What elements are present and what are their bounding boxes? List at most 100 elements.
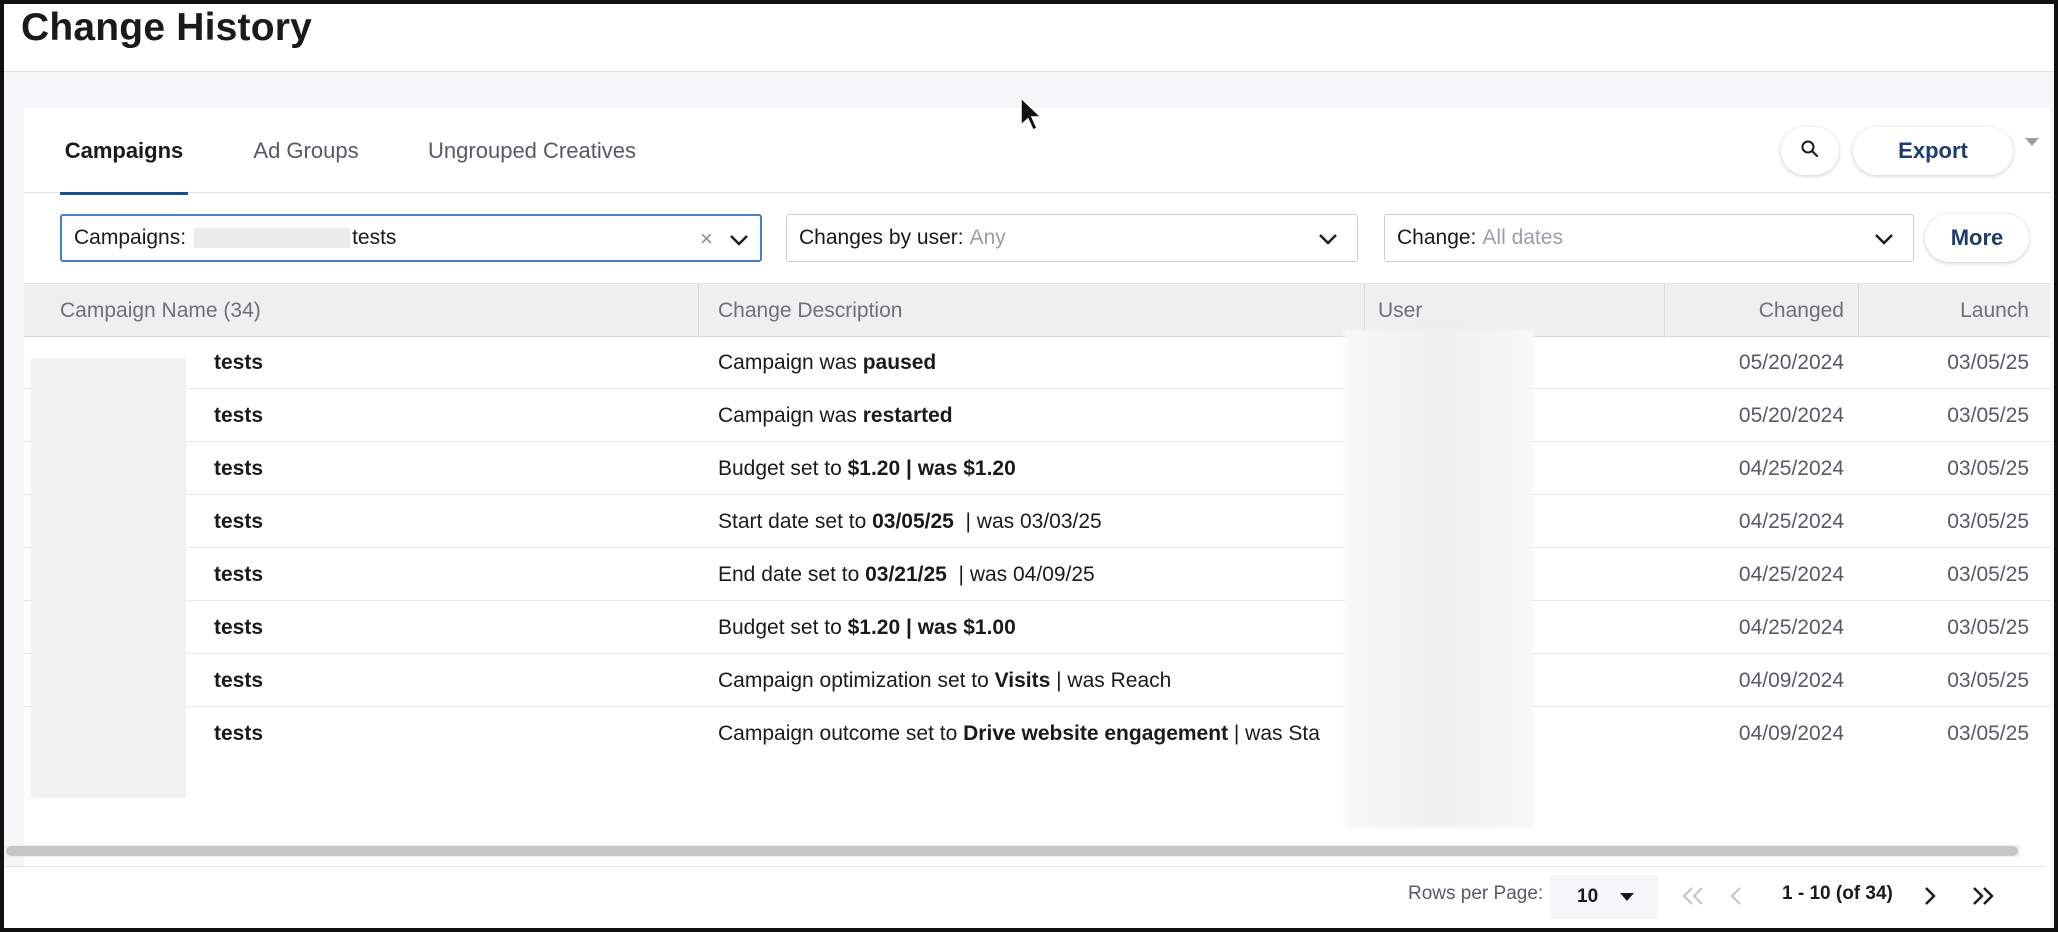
clear-icon[interactable]: × [700,226,713,252]
description-text: | was Reach [1050,669,1172,692]
launch-date-cell: 03/05/25 [1947,563,2029,586]
changed-date-cell: 04/25/2024 [1738,457,1844,480]
rows-per-page-select[interactable]: 10 [1550,875,1658,919]
redacted-campaign-names [31,358,186,798]
last-page-icon[interactable] [1970,885,1996,912]
table-body: tests Campaign was paused 05/20/2024 03/05/… [24,337,2050,747]
table-row[interactable]: tests Campaign outcome set to Drive websi… [24,708,2050,747]
description-text: Budget set to [718,616,848,639]
description-text: Budget set to [718,457,848,480]
description-emphasis: 03/21/25 [865,563,947,586]
changes-by-user-filter[interactable]: Changes by user: Any [786,214,1358,262]
table-row[interactable]: tests Campaign was restarted 05/20/2024 03/… [24,390,2050,442]
changed-date-cell: 04/25/2024 [1738,510,1844,533]
tab-campaigns[interactable]: Campaigns [60,108,188,195]
change-date-label: Change: [1397,226,1477,249]
description-text: | was Sta [1228,722,1320,745]
changes-by-user-value: Any [969,226,1006,249]
search-icon [1800,139,1820,164]
redacted-user-column [1344,330,1534,828]
tab-ungrouped-creatives[interactable]: Ungrouped Creatives [420,108,644,193]
campaign-name-cell[interactable]: tests [214,549,674,601]
campaign-name-cell[interactable]: tests [214,496,674,548]
more-filters-button[interactable]: More [1925,214,2029,262]
description-text: Start date set to [718,510,873,533]
change-date-value: All dates [1482,226,1563,249]
change-description-cell: Budget set to $1.20 | was $1.00 [718,602,1348,654]
description-emphasis: $1.20 | was $1.20 [847,457,1016,480]
column-divider[interactable] [1664,284,1665,338]
table-row[interactable]: tests Start date set to 03/05/25 | was 03… [24,496,2050,548]
change-description-cell: Campaign was paused [718,337,1348,389]
campaign-name-cell[interactable]: tests [214,443,674,495]
caret-down-icon [1620,893,1634,901]
tab-ad-groups[interactable]: Ad Groups [246,108,366,193]
change-description-cell: Campaign outcome set to Drive website en… [718,708,1348,747]
campaign-name-cell[interactable]: tests [214,602,674,654]
workspace: Campaigns Ad Groups Ungrouped Creatives … [4,73,2054,928]
table-row[interactable]: tests Budget set to $1.20 | was $1.00 04/2… [24,602,2050,654]
changed-date-cell: 04/25/2024 [1738,563,1844,586]
column-header-changed[interactable]: Changed [1684,284,1844,338]
change-description-cell: Campaign optimization set to Visits | wa… [718,655,1348,707]
description-emphasis: $1.20 | was $1.00 [847,616,1016,639]
change-history-card: Campaigns Ad Groups Ungrouped Creatives … [24,108,2050,928]
table-row[interactable]: tests Campaign optimization set to Visits… [24,655,2050,707]
description-emphasis: paused [862,351,937,374]
chevron-down-icon[interactable] [1317,229,1339,253]
description-text: Campaign was [718,404,863,427]
campaigns-filter-label: Campaigns: [74,226,187,249]
table-row[interactable]: tests End date set to 03/21/25 | was 04/0… [24,549,2050,601]
changed-date-cell: 04/09/2024 [1738,669,1844,692]
column-divider[interactable] [1858,284,1859,338]
description-text: Campaign was [718,351,863,374]
table-row[interactable]: tests Budget set to $1.20 | was $1.20 04/2… [24,443,2050,495]
campaign-name-cell[interactable]: tests [214,708,674,747]
campaigns-filter[interactable]: Campaigns: tests × [60,214,762,262]
launch-date-cell: 03/05/25 [1947,351,2029,374]
export-menu-caret-icon[interactable] [2025,138,2039,146]
rows-per-page-value: 10 [1577,886,1599,907]
change-date-filter[interactable]: Change: All dates [1384,214,1914,262]
launch-date-cell: 03/05/25 [1947,669,2029,692]
change-description-cell: Campaign was restarted [718,390,1348,442]
first-page-icon[interactable] [1680,885,1706,912]
launch-date-cell: 03/05/25 [1947,404,2029,427]
description-emphasis: Drive website engagement [963,722,1229,745]
campaign-name-cell[interactable]: tests [214,655,674,707]
column-header-change-description[interactable]: Change Description [718,284,902,338]
column-divider[interactable] [698,284,699,338]
redacted-text [194,228,351,248]
header-bar: Change History [4,4,2054,72]
column-header-campaign-name[interactable]: Campaign Name (34) [60,284,261,338]
launch-date-cell: 03/05/25 [1947,616,2029,639]
scrollbar-thumb[interactable] [6,846,2018,856]
search-button[interactable] [1781,127,1839,175]
next-page-icon[interactable] [1922,885,1938,912]
launch-date-cell: 03/05/25 [1947,722,2029,745]
campaign-name-cell[interactable]: tests [214,337,674,389]
change-description-cell: End date set to 03/21/25 | was 04/09/25 [718,549,1348,601]
campaign-name-cell[interactable]: tests [214,390,674,442]
table-row[interactable]: tests Campaign was paused 05/20/2024 03/05/… [24,337,2050,389]
description-text: | was 03/03/25 [953,510,1102,533]
description-text: | was 04/09/25 [946,563,1095,586]
description-emphasis: restarted [862,404,953,427]
column-header-launch[interactable]: Launch [1874,284,2029,338]
chevron-down-icon[interactable] [1873,229,1895,253]
change-description-cell: Start date set to 03/05/25 | was 03/03/2… [718,496,1348,548]
changes-by-user-label: Changes by user: [799,226,964,249]
changed-date-cell: 05/20/2024 [1738,404,1844,427]
previous-page-icon[interactable] [1728,885,1744,912]
launch-date-cell: 03/05/25 [1947,510,2029,533]
description-emphasis: 03/05/25 [872,510,954,533]
changed-date-cell: 05/20/2024 [1738,351,1844,374]
changed-date-cell: 04/25/2024 [1738,616,1844,639]
export-button[interactable]: Export [1853,127,2013,175]
chevron-down-icon[interactable] [728,230,750,254]
table-header: Campaign Name (34) Change Description Us… [24,283,2050,338]
horizontal-scrollbar[interactable] [4,845,2020,857]
change-description-cell: Budget set to $1.20 | was $1.20 [718,443,1348,495]
pagination-footer: Rows per Page: 10 1 - 10 (of 34) [0,866,2046,928]
rows-per-page-label: Rows per Page: [1408,883,1544,904]
